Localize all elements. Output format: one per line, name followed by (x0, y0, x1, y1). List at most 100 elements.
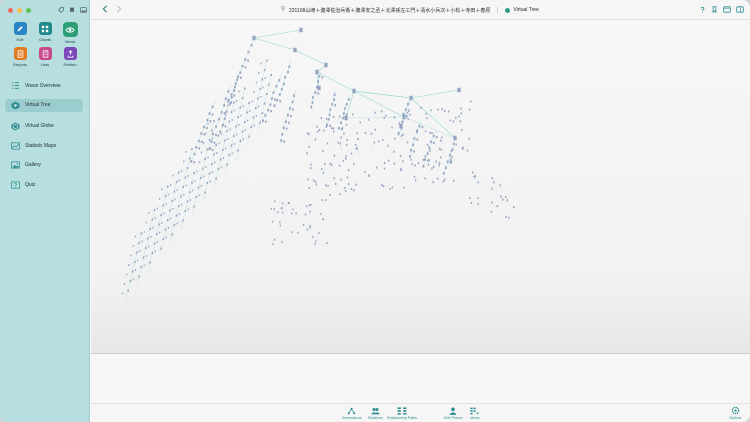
tree-person-node[interactable] (209, 147, 211, 149)
tree-person-node[interactable] (165, 236, 167, 239)
tree-person-node[interactable] (225, 114, 227, 116)
tree-person-node[interactable] (312, 235, 314, 238)
tree-person-node[interactable] (174, 198, 176, 201)
tree-person-node[interactable] (161, 188, 163, 191)
tree-person-node[interactable] (389, 187, 391, 190)
tree-person-node[interactable] (148, 245, 150, 248)
tree-person-node[interactable] (460, 112, 462, 115)
tree-person-node[interactable] (310, 163, 312, 166)
tree-person-node[interactable] (293, 47, 297, 53)
tree-person-node[interactable] (203, 175, 205, 178)
tree-person-node[interactable] (244, 66, 247, 69)
tree-person-node[interactable] (391, 186, 394, 189)
tree-person-node[interactable] (382, 138, 384, 141)
tree-person-node[interactable] (426, 143, 429, 146)
tree-person-node[interactable] (331, 127, 333, 130)
tree-person-node[interactable] (441, 108, 443, 111)
minimize-window-button[interactable] (17, 8, 22, 13)
tree-person-node[interactable] (406, 141, 409, 144)
tree-person-node[interactable] (411, 162, 413, 165)
tree-person-node[interactable] (291, 231, 293, 234)
tree-person-node[interactable] (227, 98, 230, 101)
tree-person-node[interactable] (270, 73, 272, 77)
tree-person-node[interactable] (196, 170, 198, 173)
tree-person-node[interactable] (490, 210, 493, 213)
tree-person-node[interactable] (121, 292, 123, 295)
tree-person-node[interactable] (161, 222, 163, 224)
tree-person-node[interactable] (165, 203, 167, 205)
tree-person-node[interactable] (282, 82, 285, 86)
tree-person-node[interactable] (211, 171, 213, 173)
sidebar-item-virtual-tree[interactable]: Virtual Tree (5, 98, 83, 112)
tree-person-node[interactable] (409, 155, 411, 158)
tree-person-node[interactable] (348, 183, 350, 185)
tree-person-node[interactable] (292, 108, 294, 111)
tree-person-node[interactable] (244, 129, 246, 131)
tree-person-node[interactable] (338, 164, 341, 167)
tree-person-node[interactable] (442, 172, 445, 175)
tree-person-node[interactable] (123, 283, 125, 285)
tree-person-node[interactable] (335, 182, 337, 185)
tree-person-node[interactable] (432, 165, 435, 168)
tree-person-node[interactable] (435, 135, 438, 139)
close-window-button[interactable] (8, 8, 13, 13)
tree-person-node[interactable] (200, 140, 203, 144)
tree-person-node[interactable] (414, 179, 417, 182)
tree-person-node[interactable] (388, 159, 390, 162)
tree-person-node[interactable] (258, 72, 260, 74)
tree-person-node[interactable] (130, 254, 132, 257)
sidebar-item-views-overview[interactable]: Views Overview (5, 79, 83, 92)
tree-person-node[interactable] (185, 184, 187, 187)
tree-person-node[interactable] (314, 180, 317, 183)
tree-person-node[interactable] (231, 152, 233, 155)
edit-person-button[interactable]: Edit Person (444, 406, 463, 420)
tree-person-node[interactable] (422, 158, 424, 161)
tree-person-node[interactable] (178, 213, 180, 215)
tree-person-node[interactable] (183, 194, 185, 196)
tree-person-node[interactable] (213, 141, 216, 144)
tree-person-node[interactable] (205, 166, 207, 168)
tree-person-node[interactable] (194, 180, 196, 182)
tree-person-node[interactable] (181, 170, 183, 172)
tree-person-node[interactable] (189, 199, 191, 201)
tree-person-node[interactable] (219, 130, 222, 134)
tree-person-node[interactable] (364, 131, 367, 134)
tree-person-node[interactable] (273, 208, 276, 210)
tree-person-node[interactable] (187, 208, 189, 211)
tree-person-node[interactable] (325, 125, 328, 128)
sidebar-item-statistic-maps[interactable]: Statistic Maps (5, 139, 83, 152)
tree-person-node[interactable] (344, 190, 347, 193)
tree-person-node[interactable] (417, 162, 420, 165)
tree-person-node[interactable] (457, 87, 461, 93)
tree-person-node[interactable] (433, 141, 435, 145)
tree-person-node[interactable] (308, 133, 310, 136)
tree-person-node[interactable] (238, 124, 240, 126)
tree-person-node[interactable] (405, 115, 408, 118)
tree-person-node[interactable] (211, 148, 214, 151)
sidebar-item-quiz[interactable]: Quiz (5, 178, 83, 191)
tree-person-node[interactable] (274, 200, 276, 203)
tree-person-node[interactable] (265, 120, 267, 123)
views-button[interactable]: Views (470, 406, 480, 420)
tree-person-node[interactable] (347, 98, 350, 101)
tree-person-node[interactable] (205, 132, 207, 135)
tree-person-node[interactable] (317, 92, 320, 95)
tree-person-node[interactable] (223, 112, 226, 115)
tree-person-node[interactable] (141, 240, 143, 243)
tree-person-node[interactable] (220, 166, 222, 169)
tree-person-node[interactable] (236, 100, 238, 102)
tree-person-node[interactable] (368, 174, 370, 177)
tree-person-node[interactable] (253, 91, 255, 93)
tree-person-node[interactable] (414, 164, 416, 167)
tree-person-node[interactable] (309, 210, 311, 213)
options-button[interactable]: Options (729, 406, 741, 420)
tree-person-node[interactable] (216, 152, 218, 154)
tree-person-node[interactable] (132, 278, 134, 281)
tree-person-node[interactable] (309, 167, 312, 170)
tree-person-node[interactable] (442, 180, 445, 183)
tree-person-node[interactable] (225, 147, 227, 150)
tree-person-node[interactable] (346, 113, 348, 116)
tree-person-node[interactable] (424, 130, 427, 133)
tree-person-node[interactable] (279, 221, 281, 224)
tree-person-node[interactable] (346, 176, 349, 179)
